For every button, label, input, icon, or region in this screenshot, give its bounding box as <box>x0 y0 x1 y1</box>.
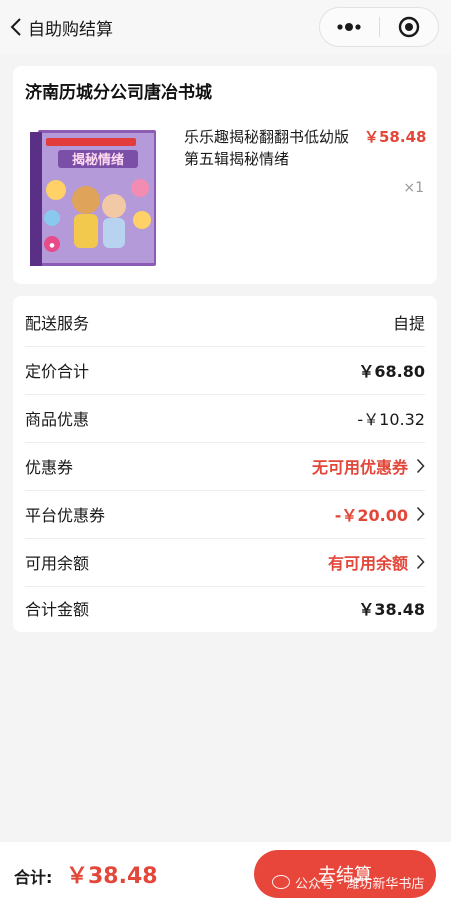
row-label: 合计金额 <box>25 600 90 619</box>
chevron-right-icon <box>416 554 425 570</box>
row-value: ￥38.48 <box>358 600 425 619</box>
product-title: 乐乐趣揭秘翻翻书低幼版第五辑揭秘情绪 <box>184 128 350 168</box>
more-options-button[interactable] <box>320 7 379 47</box>
chevron-right-icon <box>416 458 425 474</box>
back-button[interactable]: 自助购结算 <box>10 14 113 40</box>
row-label: 定价合计 <box>25 362 90 381</box>
close-mini-program-button[interactable] <box>379 7 438 47</box>
watermark: 公众号 · 潍坊新华书店 <box>272 872 424 892</box>
row-value: -￥20.00 <box>334 506 408 525</box>
row-available-balance[interactable]: 可用余额 有可用余额 <box>25 538 425 586</box>
wechat-icon <box>272 875 290 889</box>
cover-title: 揭秘情绪 <box>72 152 124 168</box>
svg-text:●: ● <box>49 242 54 249</box>
row-grand-total: 合计金额 ￥38.48 <box>25 584 425 632</box>
row-label: 可用余额 <box>25 554 90 573</box>
page-title: 自助购结算 <box>28 19 113 40</box>
row-value: -￥10.32 <box>357 410 425 429</box>
total-label: 合计: <box>14 868 53 887</box>
order-summary-card: 配送服务 自提 定价合计 ￥68.80 商品优惠 -￥10.32 优惠券 无可用… <box>13 296 437 632</box>
row-coupon[interactable]: 优惠券 无可用优惠券 <box>25 442 425 490</box>
target-close-icon <box>398 16 419 38</box>
product-cover-image: 揭秘情绪 ● <box>30 130 156 266</box>
row-value: 无可用优惠券 <box>311 458 408 477</box>
product-quantity: ×1 <box>403 180 424 196</box>
watermark-text: 公众号 · 潍坊新华书店 <box>295 876 425 892</box>
chevron-right-icon <box>416 506 425 522</box>
row-list-price-total: 定价合计 ￥68.80 <box>25 346 425 394</box>
total-amount: ￥38.48 <box>66 864 158 889</box>
row-product-discount: 商品优惠 -￥10.32 <box>25 394 425 442</box>
more-dots-icon <box>337 23 361 31</box>
row-label: 商品优惠 <box>25 410 90 429</box>
row-value: 有可用余额 <box>327 554 408 573</box>
mini-program-capsule <box>319 7 439 47</box>
product-price: ￥58.48 <box>364 128 427 146</box>
row-value: ￥68.80 <box>358 362 425 381</box>
nav-bar: 自助购结算 <box>0 0 451 54</box>
row-label: 平台优惠券 <box>25 506 106 525</box>
row-label: 优惠券 <box>25 458 74 477</box>
row-value: 自提 <box>392 314 425 333</box>
row-label: 配送服务 <box>25 314 90 333</box>
store-name: 济南历城分公司唐冶书城 <box>25 83 212 103</box>
row-delivery[interactable]: 配送服务 自提 <box>25 298 425 346</box>
row-platform-coupon[interactable]: 平台优惠券 -￥20.00 <box>25 490 425 538</box>
chevron-left-icon <box>10 18 21 36</box>
